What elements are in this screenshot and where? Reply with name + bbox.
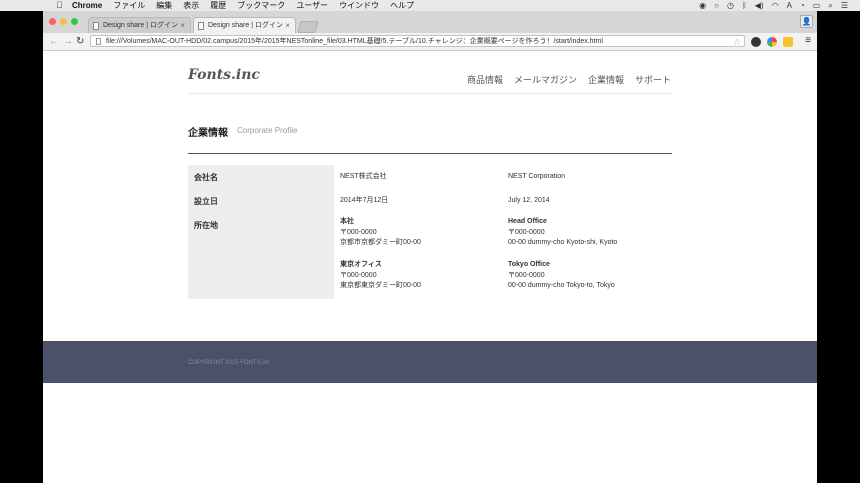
tab-close-icon[interactable]: × xyxy=(180,18,185,34)
hq-street-ja: 京都市京都ダミー町00-00 xyxy=(340,239,421,246)
mac-menu-bar:  Chrome ファイル 編集 表示 履歴 ブックマーク ユーザー ウインドウ… xyxy=(0,0,860,11)
input-source-icon[interactable]: A xyxy=(787,0,792,11)
page-title: 企業情報 xyxy=(188,128,228,139)
window-minimize-button[interactable] xyxy=(60,18,67,25)
menu-window[interactable]: ウインドウ xyxy=(339,0,379,11)
record-icon[interactable]: ◉ xyxy=(699,0,706,11)
menu-bookmarks[interactable]: ブックマーク xyxy=(237,0,285,11)
tokyo-zip-en: 〒000-0000 xyxy=(508,271,545,279)
tokyo-title-en: Tokyo Office xyxy=(508,261,550,268)
notification-center-icon[interactable]: ☰ xyxy=(841,0,848,11)
wifi-icon[interactable]: ◠ xyxy=(772,0,779,11)
company-name-en: NEST Corporation xyxy=(508,173,566,180)
tokyo-address-ja: 東京オフィス 〒000-0000 東京都東京ダミー町00-00 xyxy=(340,260,421,292)
browser-window: Design share | ログイン × Design share | ログイ… xyxy=(43,11,817,483)
extension-dark-icon[interactable] xyxy=(751,37,761,47)
tab-strip: Design share | ログイン × Design share | ログイ… xyxy=(43,11,817,33)
address-bar[interactable]: file:///Volumes/MAC-OUT-HDD/02.campus/20… xyxy=(90,35,745,47)
row-label-address: 所在地 xyxy=(194,221,218,230)
menu-history[interactable]: 履歴 xyxy=(210,0,226,11)
founded-date-en: July 12, 2014 xyxy=(508,197,550,204)
apple-menu-icon[interactable]:  xyxy=(56,0,63,11)
forward-arrow-icon[interactable]: → xyxy=(63,33,73,50)
bluetooth-icon[interactable]: ᛒ xyxy=(742,0,747,11)
url-text: file:///Volumes/MAC-OUT-HDD/02.campus/20… xyxy=(106,38,603,45)
browser-tab-2[interactable]: Design share | ログイン × xyxy=(193,17,296,33)
extension-yellow-icon[interactable] xyxy=(783,37,793,47)
chrome-menu-icon[interactable]: ≡ xyxy=(805,36,811,46)
browser-toolbar: ← → ↻ file:///Volumes/MAC-OUT-HDD/02.cam… xyxy=(43,33,817,51)
copyright-text: COPYRIGHT 2015 FONTS.inc xyxy=(188,360,270,366)
hq-address-en: Head Office 〒000-0000 00-00 dummy-cho Ky… xyxy=(508,217,617,249)
hq-title-en: Head Office xyxy=(508,218,547,225)
app-menus: Chrome ファイル 編集 表示 履歴 ブックマーク ユーザー ウインドウ ヘ… xyxy=(72,0,414,11)
back-arrow-icon[interactable]: ← xyxy=(49,33,59,50)
nav-support[interactable]: サポート xyxy=(635,73,671,86)
page-icon xyxy=(198,22,204,30)
tokyo-zip-ja: 〒000-0000 xyxy=(340,271,377,279)
menu-view[interactable]: 表示 xyxy=(183,0,199,11)
title-divider xyxy=(188,153,672,154)
tab-title: Design share | ログイン xyxy=(103,22,178,29)
page-subtitle: Corporate Profile xyxy=(237,126,298,135)
site-footer: COPYRIGHT 2015 FONTS.inc xyxy=(43,341,817,383)
header-divider xyxy=(188,93,672,94)
tokyo-address-en: Tokyo Office 〒000-0000 00-00 dummy-cho T… xyxy=(508,260,615,292)
tokyo-street-en: 00-00 dummy-cho Tokyo-to, Tokyo xyxy=(508,282,615,289)
row-label-company: 会社名 xyxy=(194,173,218,182)
new-tab-button[interactable] xyxy=(297,21,319,33)
menu-people[interactable]: ユーザー xyxy=(296,0,328,11)
battery-icon[interactable]: ▭ xyxy=(813,0,821,11)
nav-company-info[interactable]: 企業情報 xyxy=(588,73,624,86)
file-icon xyxy=(96,38,101,45)
tab-close-icon[interactable]: × xyxy=(285,18,290,34)
bookmark-star-icon[interactable]: ☆ xyxy=(733,36,741,46)
window-maximize-button[interactable] xyxy=(71,18,78,25)
hq-street-en: 00-00 dummy-cho Kyoto-shi, Kyoto xyxy=(508,239,618,246)
site-logo[interactable]: Fonts.inc xyxy=(188,67,260,83)
reload-icon[interactable]: ↻ xyxy=(76,33,84,50)
profile-icon[interactable]: 👤 xyxy=(800,15,813,28)
extension-color-icon[interactable] xyxy=(767,37,777,47)
tokyo-title-ja: 東京オフィス xyxy=(340,261,382,268)
browser-tab-1[interactable]: Design share | ログイン × xyxy=(88,17,191,33)
time-machine-icon[interactable]: ◷ xyxy=(727,0,734,11)
nav-mail-magazine[interactable]: メールマガジン xyxy=(514,73,577,86)
menu-file[interactable]: ファイル xyxy=(113,0,145,11)
menu-app-chrome[interactable]: Chrome xyxy=(72,0,102,11)
hq-zip-en: 〒000-0000 xyxy=(508,228,545,236)
circle-icon[interactable]: ○ xyxy=(714,0,719,11)
web-page: Fonts.inc 商品情報 メールマガジン 企業情報 サポート 企業情報 Co… xyxy=(43,51,817,483)
row-label-founded: 設立日 xyxy=(194,197,218,206)
company-name-ja: NEST株式会社 xyxy=(340,173,387,180)
tab-title: Design share | ログイン xyxy=(208,22,283,29)
nav-products[interactable]: 商品情報 xyxy=(467,73,503,86)
status-icons: ◉ ○ ◷ ᛒ ◀) ◠ A ◔ ▭ ⌕ ☰ xyxy=(699,0,848,11)
tokyo-street-ja: 東京都東京ダミー町00-00 xyxy=(340,282,421,289)
spotlight-search-icon[interactable]: ⌕ xyxy=(828,0,832,11)
menu-edit[interactable]: 編集 xyxy=(156,0,172,11)
hq-address-ja: 本社 〒000-0000 京都市京都ダミー町00-00 xyxy=(340,217,421,249)
hq-title-ja: 本社 xyxy=(340,218,354,225)
page-icon xyxy=(93,22,99,30)
table-header-column xyxy=(188,165,334,299)
hq-zip-ja: 〒000-0000 xyxy=(340,228,377,236)
clock-icon[interactable]: ◔ xyxy=(800,0,805,11)
window-close-button[interactable] xyxy=(49,18,56,25)
menu-help[interactable]: ヘルプ xyxy=(390,0,414,11)
volume-icon[interactable]: ◀) xyxy=(755,0,764,11)
global-nav: 商品情報 メールマガジン 企業情報 サポート xyxy=(467,73,671,86)
founded-date-ja: 2014年7月12日 xyxy=(340,197,389,204)
